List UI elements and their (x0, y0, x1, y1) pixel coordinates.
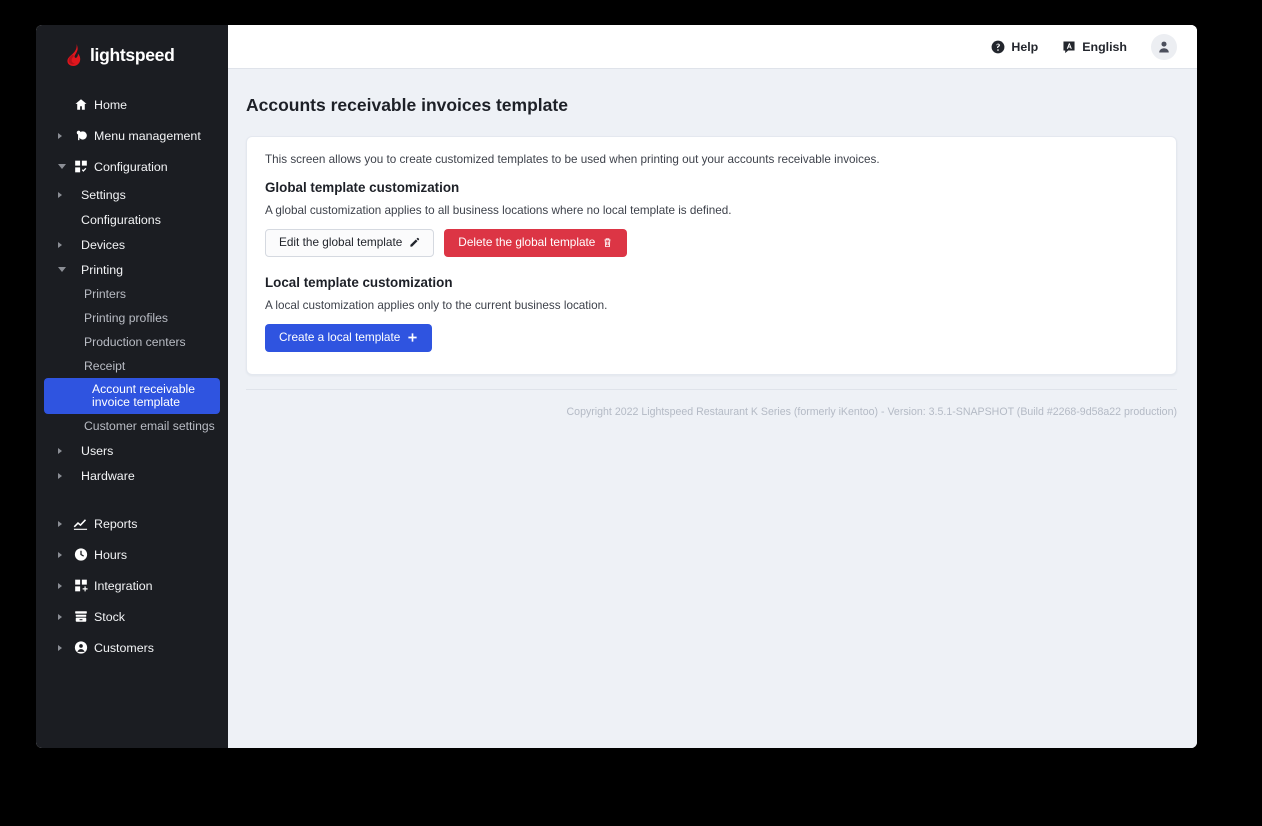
sidebar-item-receipt[interactable]: Receipt (36, 354, 228, 378)
edit-global-template-label: Edit the global template (279, 235, 403, 249)
sidebar-nav: Home Menu management Configuration Setti… (36, 89, 228, 663)
top-bar: Help English (228, 25, 1197, 69)
content-area: Accounts receivable invoices template Th… (228, 69, 1197, 748)
chevron-right-icon[interactable] (58, 191, 62, 198)
create-local-template-button[interactable]: Create a local template (265, 323, 433, 352)
help-button[interactable]: Help (991, 40, 1038, 54)
sidebar-item-label: Account receivable invoice template (92, 381, 195, 409)
language-selector[interactable]: English (1062, 40, 1127, 54)
delete-global-template-button[interactable]: Delete the global template (444, 229, 628, 257)
sidebar-item-configurations[interactable]: Configurations (36, 207, 228, 232)
local-section-description: A local customization applies only to th… (265, 298, 608, 312)
plus-icon (408, 333, 417, 342)
pencil-icon (410, 238, 420, 248)
chevron-right-icon[interactable] (58, 582, 62, 589)
sidebar-divider-gap (36, 488, 228, 508)
main-area: Help English Accounts receivable invoice… (228, 25, 1197, 748)
sidebar-item-label: Production centers (84, 335, 186, 349)
sidebar-item-label: Devices (81, 237, 126, 252)
chevron-right-icon[interactable] (58, 447, 62, 454)
global-section-description: A global customization applies to all bu… (265, 204, 732, 217)
sidebar-item-label: Users (81, 443, 114, 458)
chevron-right-icon[interactable] (58, 644, 62, 651)
sidebar-item-label: Printers (84, 287, 126, 301)
sidebar-item-hours[interactable]: Hours (36, 539, 228, 570)
chevron-right-icon[interactable] (58, 520, 62, 527)
lightspeed-flame-icon (67, 44, 81, 66)
chevron-right-icon[interactable] (58, 551, 62, 558)
home-icon (73, 97, 88, 112)
global-button-row: Edit the global template Delete the glob… (265, 229, 1158, 257)
app-window: lightspeed Home Menu management Configur… (36, 25, 1197, 748)
sidebar-item-label: Printing profiles (84, 311, 168, 325)
help-label: Help (1011, 39, 1039, 54)
chevron-right-icon[interactable] (58, 472, 62, 479)
user-avatar-button[interactable] (1151, 33, 1177, 60)
sidebar-item-users[interactable]: Users (36, 438, 228, 463)
sidebar-item-printers[interactable]: Printers (36, 282, 228, 306)
sidebar-item-production-centers[interactable]: Production centers (36, 330, 228, 354)
sidebar-item-customers[interactable]: Customers (36, 632, 228, 663)
footer-copyright: Copyright 2022 Lightspeed Restaurant K S… (566, 405, 1177, 418)
global-section-title: Global template customization (265, 180, 460, 195)
chevron-right-icon[interactable] (58, 241, 62, 248)
stock-icon (73, 609, 88, 624)
brand-logo[interactable]: lightspeed (36, 25, 228, 71)
user-avatar-icon (1159, 41, 1169, 53)
translate-icon (1063, 40, 1075, 53)
clock-icon (73, 547, 88, 562)
sidebar-item-label: Receipt (84, 359, 126, 373)
edit-global-template-button[interactable]: Edit the global template (265, 229, 435, 257)
sidebar-item-label: Customers (94, 640, 154, 655)
sidebar-item-home[interactable]: Home (36, 89, 228, 120)
sidebar-item-account-receivable-invoice-template[interactable]: Account receivable invoice template (36, 378, 228, 414)
reports-icon (73, 516, 88, 531)
sidebar-item-label: Configurations (81, 212, 161, 227)
local-section-title: Local template customization (265, 274, 453, 290)
sidebar-item-printing[interactable]: Printing (36, 257, 228, 282)
card-intro-text: This screen allows you to create customi… (265, 153, 880, 166)
sidebar-item-label: Printing (81, 262, 124, 277)
sidebar-item-integration[interactable]: Integration (36, 570, 228, 601)
chevron-right-icon[interactable] (58, 613, 62, 620)
integration-icon (73, 578, 88, 593)
trash-icon (604, 238, 611, 248)
chevron-right-icon[interactable] (58, 132, 62, 139)
sidebar-item-printing-profiles[interactable]: Printing profiles (36, 306, 228, 330)
chevron-down-icon[interactable] (58, 164, 66, 169)
sidebar-item-label: Configuration (94, 159, 168, 174)
template-card: This screen allows you to create customi… (246, 136, 1177, 375)
menu-management-icon (73, 128, 88, 143)
sidebar: lightspeed Home Menu management Configur… (36, 25, 228, 748)
local-button-row: Create a local template (265, 323, 1158, 352)
sidebar-item-hardware[interactable]: Hardware (36, 463, 228, 488)
language-label: English (1082, 39, 1127, 54)
customers-icon (73, 640, 88, 655)
active-highlight: Account receivable invoice template (44, 378, 220, 414)
delete-global-template-label: Delete the global template (458, 235, 596, 249)
chevron-down-icon[interactable] (58, 267, 66, 272)
page-title: Accounts receivable invoices template (246, 95, 568, 115)
sidebar-item-customer-email-settings[interactable]: Customer email settings (36, 414, 228, 438)
sidebar-item-devices[interactable]: Devices (36, 232, 228, 257)
sidebar-item-configuration[interactable]: Configuration (36, 151, 228, 182)
sidebar-item-label: Settings (81, 187, 126, 202)
question-circle-icon (991, 40, 1005, 53)
sidebar-item-label: Hardware (81, 468, 135, 483)
sidebar-item-label: Integration (94, 578, 153, 593)
brand-wordmark: lightspeed (90, 44, 175, 65)
sidebar-item-label: Customer email settings (84, 419, 215, 433)
sidebar-item-reports[interactable]: Reports (36, 508, 228, 539)
sidebar-item-menu-management[interactable]: Menu management (36, 120, 228, 151)
create-local-template-label: Create a local template (279, 329, 401, 344)
sidebar-item-settings[interactable]: Settings (36, 182, 228, 207)
configuration-icon (73, 159, 88, 174)
sidebar-item-stock[interactable]: Stock (36, 601, 228, 632)
